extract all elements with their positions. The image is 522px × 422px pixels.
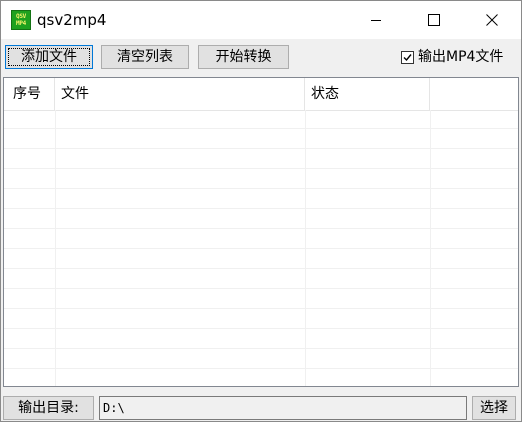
maximize-button[interactable] (405, 1, 463, 39)
close-button[interactable] (463, 1, 521, 39)
list-body[interactable] (4, 110, 518, 386)
grid-line (4, 328, 518, 329)
add-file-button[interactable]: 添加文件 (5, 45, 93, 69)
column-header-empty[interactable] (430, 78, 518, 110)
grid-line (4, 368, 518, 369)
window-title: qsv2mp4 (37, 11, 107, 29)
clear-list-button[interactable]: 清空列表 (101, 45, 189, 69)
clear-list-label: 清空列表 (117, 49, 173, 65)
grid-line (4, 268, 518, 269)
grid-line (4, 288, 518, 289)
main-window: QSV MP4 qsv2mp4 添加文件 清空列表 开始转换 输出MP4文件 序… (0, 0, 522, 422)
app-icon-line-1: QSV (16, 13, 26, 20)
output-mp4-checkbox[interactable] (401, 50, 414, 64)
output-dir-label: 输出目录: (3, 396, 94, 420)
grid-line (4, 208, 518, 209)
title-bar[interactable]: QSV MP4 qsv2mp4 (1, 1, 521, 39)
start-convert-label: 开始转换 (215, 49, 272, 65)
checkmark-icon (403, 53, 412, 61)
grid-line (4, 228, 518, 229)
file-list[interactable]: 序号 文件 状态 (3, 77, 519, 387)
output-mp4-checkbox-wrap[interactable]: 输出MP4文件 (401, 47, 503, 67)
select-dir-label: 选择 (480, 400, 508, 416)
grid-line (4, 128, 518, 129)
grid-line (4, 188, 518, 189)
list-header: 序号 文件 状态 (4, 78, 518, 111)
column-header-number[interactable]: 序号 (4, 78, 55, 110)
close-icon (486, 14, 498, 26)
app-icon: QSV MP4 (11, 10, 31, 30)
column-header-file[interactable]: 文件 (55, 78, 305, 110)
start-convert-button[interactable]: 开始转换 (198, 45, 289, 69)
minimize-icon (371, 20, 381, 21)
select-dir-button[interactable]: 选择 (472, 396, 516, 420)
column-header-status[interactable]: 状态 (305, 78, 430, 110)
focus-ring (8, 48, 90, 66)
output-dir-field[interactable]: D:\ (99, 396, 467, 420)
grid-line (4, 248, 518, 249)
grid-line (4, 308, 518, 309)
minimize-button[interactable] (347, 1, 405, 39)
app-icon-line-2: MP4 (16, 20, 26, 27)
grid-line (4, 348, 518, 349)
output-mp4-label: 输出MP4文件 (418, 49, 504, 65)
maximize-icon (428, 14, 440, 26)
grid-line (4, 168, 518, 169)
grid-line (4, 148, 518, 149)
